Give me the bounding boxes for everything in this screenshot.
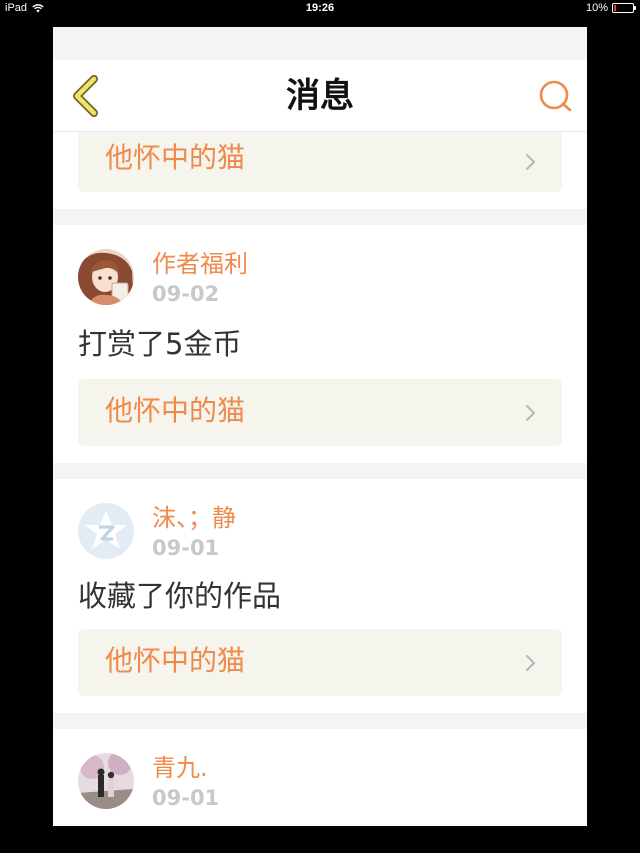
avatar[interactable] — [78, 753, 134, 809]
chevron-right-icon — [526, 655, 536, 671]
message-date: 09-02 — [152, 282, 220, 306]
battery-level — [614, 5, 616, 11]
page-title: 消息 — [286, 76, 354, 116]
user-name[interactable]: 青九. — [152, 753, 208, 783]
anime-girl-avatar — [78, 249, 134, 305]
status-right: 10% — [585, 2, 636, 14]
battery-percent: 10% — [585, 2, 608, 14]
battery-icon — [612, 3, 636, 13]
nav-bar: 消息 — [53, 60, 587, 132]
search-icon[interactable] — [535, 76, 575, 116]
avatar[interactable] — [78, 503, 134, 559]
work-link[interactable]: 他怀中的猫 — [78, 629, 562, 696]
photo-avatar — [78, 753, 134, 809]
message-text: 收藏了你的作品 — [78, 579, 282, 613]
work-link[interactable]: 他怀中的猫 — [78, 132, 562, 192]
chevron-right-icon — [526, 405, 536, 421]
message-date: 09-01 — [152, 536, 220, 560]
message-card: 青九. 09-01 — [53, 729, 587, 826]
user-name[interactable]: 作者福利 — [152, 249, 248, 279]
work-link[interactable]: 他怀中的猫 — [78, 379, 562, 446]
status-bar: iPad 19:26 10% — [0, 0, 640, 18]
app-screen: 消息 他怀中的猫 作者福利 09-02 打赏了5金币 他怀中的猫 沫、；静 09… — [53, 27, 587, 826]
chevron-right-icon — [526, 154, 536, 170]
avatar[interactable] — [78, 249, 134, 305]
work-title: 他怀中的猫 — [105, 394, 246, 427]
message-text: 打赏了5金币 — [78, 327, 242, 361]
status-time: 19:26 — [305, 2, 335, 14]
message-card: 他怀中的猫 — [53, 132, 587, 209]
work-title: 他怀中的猫 — [105, 141, 246, 174]
message-date: 09-01 — [152, 786, 220, 810]
qzone-default-avatar — [78, 503, 134, 559]
work-title: 他怀中的猫 — [105, 644, 246, 677]
message-card: 作者福利 09-02 打赏了5金币 他怀中的猫 — [53, 225, 587, 463]
message-card: 沫、；静 09-01 收藏了你的作品 他怀中的猫 — [53, 479, 587, 713]
user-name[interactable]: 沫、；静 — [152, 503, 236, 533]
